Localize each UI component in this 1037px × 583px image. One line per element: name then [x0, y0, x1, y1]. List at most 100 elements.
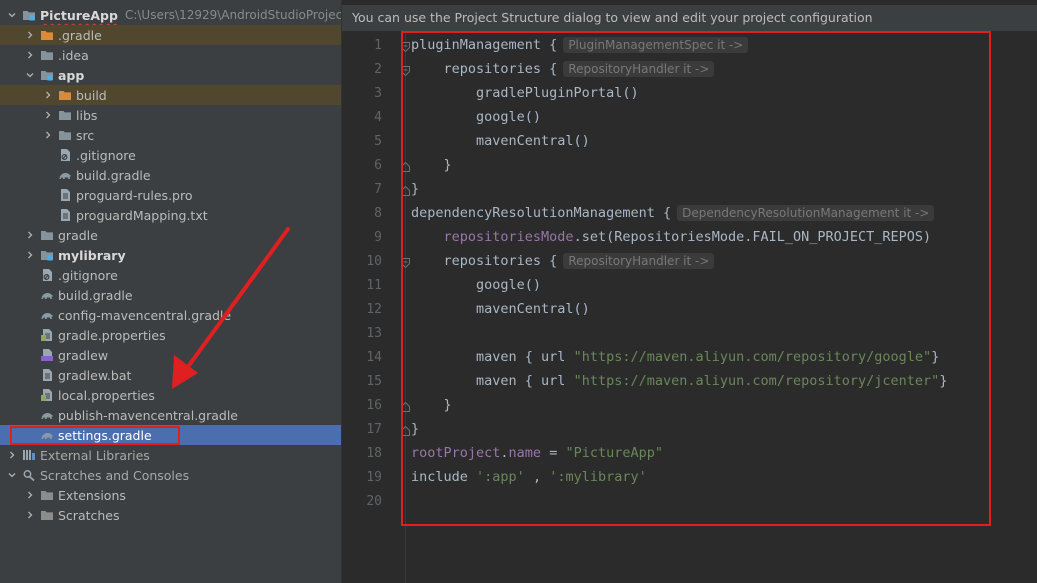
tree-item-label: src — [76, 127, 95, 143]
chevron-down-icon[interactable] — [24, 69, 36, 81]
file-text-icon — [58, 188, 72, 202]
tree-item-app-build-gradle[interactable]: build.gradle — [0, 165, 341, 185]
tree-item-label: publish-mavencentral.gradle — [58, 407, 238, 423]
tree-item-label: Scratches — [58, 507, 120, 523]
file-text-icon — [40, 368, 54, 382]
tree-item-label: gradle — [58, 227, 98, 243]
annotation-arrow — [172, 227, 290, 389]
project-structure-banner[interactable]: You can use the Project Structure dialog… — [342, 5, 1037, 31]
folder-module-icon — [22, 8, 36, 22]
tree-item-proguard-mapping[interactable]: proguardMapping.txt — [0, 205, 341, 225]
tree-item-src[interactable]: src — [0, 125, 341, 145]
line-number: 2 — [374, 61, 382, 77]
tree-item-dot-idea[interactable]: .idea — [0, 45, 341, 65]
chevron-right-icon[interactable] — [24, 509, 36, 521]
tree-item-label: local.properties — [58, 387, 155, 403]
line-number: 11 — [366, 277, 382, 293]
tree-item-app[interactable]: app — [0, 65, 341, 85]
tree-item-label: .gitignore — [58, 267, 118, 283]
file-props-icon — [40, 388, 54, 402]
line-number: 13 — [366, 325, 382, 341]
file-exec-icon — [40, 348, 54, 362]
tree-item-label: External Libraries — [40, 447, 150, 463]
line-number: 3 — [374, 85, 382, 101]
tree-item-label: .gitignore — [76, 147, 136, 163]
tree-item-app-gitignore[interactable]: .gitignore — [0, 145, 341, 165]
tree-item-build-dir[interactable]: build — [0, 85, 341, 105]
tree-item-label: mylibrary — [58, 247, 126, 263]
chevron-right-icon[interactable] — [42, 89, 54, 101]
tree-item-scratches-consoles[interactable]: Scratches and Consoles — [0, 465, 341, 485]
gradle-icon — [40, 288, 54, 302]
folder-grey-icon — [40, 508, 54, 522]
file-ignore-icon — [58, 148, 72, 162]
line-number: 14 — [366, 349, 382, 365]
line-number: 9 — [374, 229, 382, 245]
file-text-icon — [58, 208, 72, 222]
file-ignore-icon — [40, 268, 54, 282]
tree-item-scratches[interactable]: Scratches — [0, 505, 341, 525]
line-number: 15 — [366, 373, 382, 389]
tree-item-label: app — [58, 67, 85, 83]
gradle-icon — [40, 408, 54, 422]
file-props-icon — [40, 328, 54, 342]
chevron-right-icon[interactable] — [24, 49, 36, 61]
line-number: 1 — [374, 37, 382, 53]
tree-item-publish-mavencentral[interactable]: publish-mavencentral.gradle — [0, 405, 341, 425]
tree-item-label: PictureApp — [40, 7, 118, 23]
tree-item-dot-gradle[interactable]: .gradle — [0, 25, 341, 45]
chevron-right-icon[interactable] — [24, 489, 36, 501]
tree-item-external-libraries[interactable]: External Libraries — [0, 445, 341, 465]
folder-module-icon — [40, 248, 54, 262]
chevron-right-icon[interactable] — [42, 109, 54, 121]
chevron-right-icon[interactable] — [24, 229, 36, 241]
folder-icon — [40, 228, 54, 242]
line-number: 17 — [366, 421, 382, 437]
line-number: 10 — [366, 253, 382, 269]
gradle-icon — [40, 308, 54, 322]
tree-item-label: .idea — [58, 47, 89, 63]
line-number: 7 — [374, 181, 382, 197]
tree-item-extensions[interactable]: Extensions — [0, 485, 341, 505]
tree-item-label: build.gradle — [58, 287, 133, 303]
tree-item-label: gradle.properties — [58, 327, 166, 343]
tree-item-label: build.gradle — [76, 167, 151, 183]
line-number: 5 — [374, 133, 382, 149]
tree-item-label: Scratches and Consoles — [40, 467, 190, 483]
chevron-down-icon[interactable] — [6, 9, 18, 21]
line-number: 8 — [374, 205, 382, 221]
line-number: 18 — [366, 445, 382, 461]
folder-icon — [58, 108, 72, 122]
tree-item-label: .gradle — [58, 27, 102, 43]
libraries-icon — [22, 448, 36, 462]
tree-item-label: proguard-rules.pro — [76, 187, 193, 203]
line-number: 4 — [374, 109, 382, 125]
banner-text: You can use the Project Structure dialog… — [352, 10, 873, 25]
line-number: 19 — [366, 469, 382, 485]
line-number: 6 — [374, 157, 382, 173]
folder-grey-icon — [40, 488, 54, 502]
tree-item-root[interactable]: PictureApp C:\Users\12929\AndroidStudioPr… — [0, 5, 341, 25]
gradle-icon — [58, 168, 72, 182]
chevron-right-icon[interactable] — [42, 129, 54, 141]
chevron-right-icon[interactable] — [24, 249, 36, 261]
tree-item-label: proguardMapping.txt — [76, 207, 208, 223]
tree-item-label: gradlew.bat — [58, 367, 132, 383]
tree-item-label: build — [76, 87, 107, 103]
folder-orange-icon — [58, 88, 72, 102]
annotation-box-settings-gradle — [10, 426, 180, 445]
folder-orange-icon — [40, 28, 54, 42]
line-number: 16 — [366, 397, 382, 413]
tree-item-label: Extensions — [58, 487, 126, 503]
line-number: 20 — [366, 493, 382, 509]
scratches-icon — [22, 468, 36, 482]
line-number: 12 — [366, 301, 382, 317]
chevron-down-icon[interactable] — [6, 469, 18, 481]
tree-item-libs[interactable]: libs — [0, 105, 341, 125]
chevron-right-icon[interactable] — [6, 449, 18, 461]
tree-item-proguard-rules[interactable]: proguard-rules.pro — [0, 185, 341, 205]
chevron-right-icon[interactable] — [24, 29, 36, 41]
tree-item-label: gradlew — [58, 347, 109, 363]
annotation-box-code — [401, 31, 991, 526]
folder-icon — [58, 128, 72, 142]
